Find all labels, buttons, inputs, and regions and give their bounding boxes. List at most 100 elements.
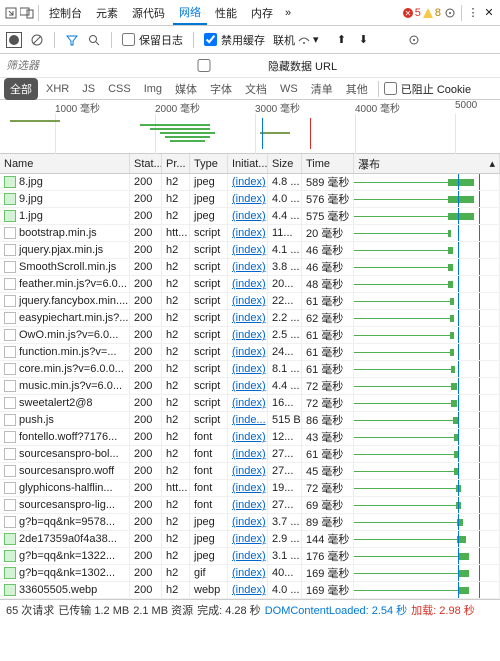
inspect-icon[interactable] — [4, 6, 18, 20]
cell-initiator[interactable]: (index) — [228, 361, 268, 377]
search-icon[interactable] — [87, 33, 101, 47]
cell-initiator[interactable]: (index) — [228, 208, 268, 224]
table-row[interactable]: glyphicons-halflin...200htt...font(index… — [0, 480, 500, 497]
type-xhr[interactable]: XHR — [41, 81, 74, 97]
table-row[interactable]: jquery.fancybox.min....200h2script(index… — [0, 293, 500, 310]
cell-initiator[interactable]: (index) — [228, 480, 268, 496]
cell-initiator[interactable]: (index) — [228, 344, 268, 360]
type-manifest[interactable]: 清单 — [306, 79, 338, 99]
clear-icon[interactable] — [30, 33, 44, 47]
table-row[interactable]: easypiechart.min.js?...200h2script(index… — [0, 310, 500, 327]
table-row[interactable]: g?b=qq&nk=9578...200h2jpeg(index)3.7 ...… — [0, 514, 500, 531]
table-row[interactable]: fontello.woff?7176...200h2font(index)12.… — [0, 429, 500, 446]
cell-initiator[interactable]: (index) — [228, 174, 268, 190]
table-row[interactable]: sourcesanspro.woff200h2font(index)27...4… — [0, 463, 500, 480]
cell-initiator[interactable]: (index) — [228, 446, 268, 462]
cell-initiator[interactable]: (index) — [228, 565, 268, 581]
hdr-waterfall[interactable]: 瀑布▴ — [354, 154, 500, 173]
type-img[interactable]: Img — [139, 81, 167, 97]
kebab-icon[interactable]: ⋮ — [466, 6, 480, 20]
cell-initiator[interactable]: (index) — [228, 429, 268, 445]
close-icon[interactable]: ✕ — [482, 6, 496, 20]
table-row[interactable]: 1.jpg200h2jpeg(index)4.4 ...575 毫秒 — [0, 208, 500, 225]
hdr-type[interactable]: Type — [190, 154, 228, 173]
hdr-name[interactable]: Name — [0, 154, 130, 173]
preserve-log-checkbox[interactable]: 保留日志 — [122, 32, 183, 48]
table-row[interactable]: g?b=qq&nk=1302...200h2gif(index)40...169… — [0, 565, 500, 582]
hdr-time[interactable]: Time — [302, 154, 354, 173]
type-font[interactable]: 字体 — [205, 79, 237, 99]
cell-initiator[interactable]: (index) — [228, 310, 268, 326]
type-media[interactable]: 媒体 — [170, 79, 202, 99]
warning-count[interactable]: 8 — [423, 7, 441, 19]
type-css[interactable]: CSS — [103, 81, 136, 97]
cell-initiator[interactable]: (index) — [228, 548, 268, 564]
cell-initiator[interactable]: (index) — [228, 531, 268, 547]
table-row[interactable]: function.min.js?v=...200h2script(index)2… — [0, 344, 500, 361]
hdr-protocol[interactable]: Pr... — [162, 154, 190, 173]
table-row[interactable]: 8.jpg200h2jpeg(index)4.8 ...589 毫秒 — [0, 174, 500, 191]
more-tabs-icon[interactable]: » — [281, 6, 295, 20]
table-row[interactable]: sourcesanspro-bol...200h2font(index)27..… — [0, 446, 500, 463]
cell-initiator[interactable]: (index) — [228, 463, 268, 479]
table-row[interactable]: SmoothScroll.min.js200h2script(index)3.8… — [0, 259, 500, 276]
cell-initiator[interactable]: (index) — [228, 395, 268, 411]
settings-icon[interactable] — [443, 6, 457, 20]
table-row[interactable]: music.min.js?v=6.0...200h2script(index)4… — [0, 378, 500, 395]
table-row[interactable]: 9.jpg200h2jpeg(index)4.0 ...576 毫秒 — [0, 191, 500, 208]
settings-gear-icon[interactable] — [407, 33, 421, 47]
table-row[interactable]: jquery.pjax.min.js200h2script(index)4.1 … — [0, 242, 500, 259]
table-row[interactable]: core.min.js?v=6.0.0...200h2script(index)… — [0, 361, 500, 378]
cell-initiator[interactable]: (index) — [228, 327, 268, 343]
cell-initiator[interactable]: (index) — [228, 276, 268, 292]
cell-initiator[interactable]: (index) — [228, 259, 268, 275]
cell-initiator[interactable]: (index) — [228, 514, 268, 530]
device-icon[interactable] — [20, 6, 34, 20]
record-button[interactable] — [6, 32, 22, 48]
type-ws[interactable]: WS — [275, 81, 303, 97]
cell-initiator[interactable]: (index) — [228, 191, 268, 207]
cell-initiator[interactable]: (inde... — [228, 412, 268, 428]
type-all[interactable]: 全部 — [4, 78, 38, 100]
table-row[interactable]: g?b=qq&nk=1322...200h2jpeg(index)3.1 ...… — [0, 548, 500, 565]
tab-sources[interactable]: 源代码 — [126, 2, 171, 24]
table-row[interactable]: push.js200h2script(inde...515 B86 毫秒 — [0, 412, 500, 429]
table-row[interactable]: feather.min.js?v=6.0...200h2script(index… — [0, 276, 500, 293]
table-row[interactable]: sweetalert2@8200h2script(index)16...72 毫… — [0, 395, 500, 412]
table-row[interactable]: sourcesanspro-lig...200h2font(index)27..… — [0, 497, 500, 514]
cell-size: 2.5 ... — [268, 327, 302, 343]
cell-name: 33605505.webp — [19, 584, 97, 596]
cell-initiator[interactable]: (index) — [228, 497, 268, 513]
tab-console[interactable]: 控制台 — [43, 2, 88, 24]
table-row[interactable]: 2de17359a0f4a38...200h2jpeg(index)2.9 ..… — [0, 531, 500, 548]
tab-elements[interactable]: 元素 — [90, 2, 124, 24]
cell-initiator[interactable]: (index) — [228, 582, 268, 598]
type-js[interactable]: JS — [77, 81, 100, 97]
blocked-cookies-checkbox[interactable]: 已阻止 Cookie — [384, 81, 471, 97]
tab-performance[interactable]: 性能 — [209, 2, 243, 24]
cell-initiator[interactable]: (index) — [228, 293, 268, 309]
hdr-size[interactable]: Size — [268, 154, 302, 173]
filter-icon[interactable] — [65, 33, 79, 47]
cell-initiator[interactable]: (index) — [228, 378, 268, 394]
table-row[interactable]: OwO.min.js?v=6.0...200h2script(index)2.5… — [0, 327, 500, 344]
type-other[interactable]: 其他 — [341, 79, 373, 99]
export-icon[interactable]: ⬇ — [357, 33, 371, 47]
hdr-status[interactable]: Stat... — [130, 154, 162, 173]
timeline-overview[interactable]: 1000 毫秒 2000 毫秒 3000 毫秒 4000 毫秒 5000 — [0, 100, 500, 154]
cell-initiator[interactable]: (index) — [228, 242, 268, 258]
table-row[interactable]: bootstrap.min.js200htt...script(index)11… — [0, 225, 500, 242]
filter-input[interactable] — [6, 60, 126, 72]
cell-waterfall — [354, 225, 500, 241]
error-count[interactable]: ✕5 — [403, 7, 421, 19]
hide-data-urls-checkbox[interactable]: 隐藏数据 URL — [144, 58, 337, 74]
table-row[interactable]: 33605505.webp200h2webp(index)4.0 ...169 … — [0, 582, 500, 599]
tab-network[interactable]: 网络 — [173, 1, 207, 25]
import-icon[interactable]: ⬆ — [335, 33, 349, 47]
disable-cache-checkbox[interactable]: 禁用缓存 — [204, 32, 265, 48]
cell-initiator[interactable]: (index) — [228, 225, 268, 241]
type-doc[interactable]: 文档 — [240, 79, 272, 99]
hdr-initiator[interactable]: Initiat... — [228, 154, 268, 173]
tab-memory[interactable]: 内存 — [245, 2, 279, 24]
throttle-select[interactable]: 联机 ▾ — [273, 32, 319, 48]
